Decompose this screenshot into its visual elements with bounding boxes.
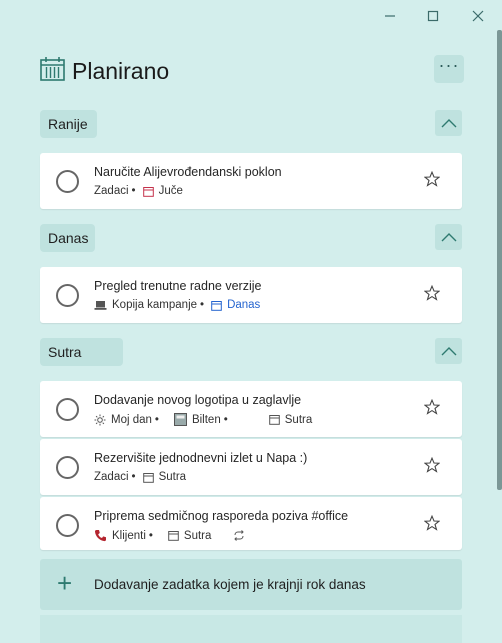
task-due-date: Danas [227, 299, 261, 311]
task-title: Rezervišite jednodnevni izlet u Napa :) [94, 451, 308, 465]
task-list-name: Klijenti [112, 529, 146, 542]
newsletter-icon [173, 413, 187, 426]
task-meta: Moj dan • Bilten • Sutra [94, 413, 312, 426]
separator: • [131, 185, 136, 197]
task-card[interactable]: Dodavanje novog logotipa u zaglavlje Moj… [40, 381, 462, 437]
close-icon [472, 10, 484, 22]
star-icon[interactable] [423, 398, 441, 420]
section-header-earlier[interactable]: Ranije [40, 110, 97, 138]
calendar-icon [142, 186, 154, 197]
task-extra-list: Bilten [191, 413, 221, 426]
separator: • [148, 529, 153, 542]
task-card[interactable]: Rezervišite jednodnevni izlet u Napa :) … [40, 439, 462, 495]
task-list-name: Moj dan [111, 413, 152, 426]
star-icon[interactable] [423, 514, 441, 536]
page-title: Planirano [72, 58, 170, 84]
task-title: Pregled trenutne radne verzije [94, 279, 262, 293]
separator: • [154, 413, 159, 426]
task-title: Dodavanje novog logotipa u zaglavlje [94, 393, 302, 407]
maximize-button[interactable] [418, 4, 448, 28]
calendar-icon [268, 414, 280, 425]
calendar-icon [168, 530, 179, 541]
complete-task-checkbox[interactable] [56, 456, 79, 479]
repeat-icon [233, 530, 245, 541]
more-options-button[interactable]: ··· [434, 55, 464, 83]
task-meta: Kopija kampanje • Danas [94, 299, 260, 311]
task-title: Naručite Alijevrođendanski poklon [94, 165, 282, 179]
minimize-button[interactable] [375, 4, 405, 28]
bottom-bar [40, 615, 462, 643]
task-list-name: Zadaci [94, 471, 129, 483]
maximize-icon [427, 10, 439, 22]
star-icon[interactable] [423, 284, 441, 306]
complete-task-checkbox[interactable] [56, 398, 79, 421]
task-due-date: Sutra [158, 471, 187, 483]
chevron-up-icon [441, 347, 456, 356]
add-task-input[interactable]: + Dodavanje zadatka kojem je krajnji rok… [40, 559, 462, 610]
task-due-date: Juče [158, 185, 183, 197]
separator: • [131, 471, 136, 483]
calendar-icon [211, 300, 222, 311]
chevron-up-icon [441, 119, 456, 128]
task-title: Priprema sedmičnog rasporeda poziva #off… [94, 509, 349, 523]
scrollbar[interactable] [497, 30, 502, 490]
task-meta: Zadaci • Juče [94, 185, 183, 197]
task-due-date: Sutra [183, 529, 212, 542]
separator: • [200, 299, 205, 311]
calendar-grid-icon [40, 57, 65, 86]
complete-task-checkbox[interactable] [56, 514, 79, 537]
task-card[interactable]: Naručite Alijevrođendanski poklon Zadaci… [40, 153, 462, 209]
chevron-up-icon [441, 233, 456, 242]
section-header-today[interactable]: Danas [40, 224, 95, 252]
minimize-icon [385, 15, 395, 17]
add-task-placeholder: Dodavanje zadatka kojem je krajnji rok d… [94, 577, 366, 592]
task-card[interactable]: Pregled trenutne radne verzije Kopija ka… [40, 267, 462, 323]
task-meta: Klijenti • Sutra [94, 529, 250, 542]
section-header-tomorrow[interactable]: Sutra [40, 338, 123, 366]
complete-task-checkbox[interactable] [56, 284, 79, 307]
calendar-icon [142, 472, 154, 483]
collapse-today-button[interactable] [435, 224, 462, 250]
task-list-name: Kopija kampanje [112, 299, 198, 311]
complete-task-checkbox[interactable] [56, 170, 79, 193]
close-button[interactable] [463, 4, 493, 28]
separator: • [223, 413, 228, 426]
task-card[interactable]: Priprema sedmičnog rasporeda poziva #off… [40, 497, 462, 550]
star-icon[interactable] [423, 456, 441, 478]
collapse-earlier-button[interactable] [435, 110, 462, 136]
task-due-date: Sutra [284, 413, 313, 426]
laptop-icon [94, 300, 107, 311]
task-list-name: Zadaci [94, 185, 129, 197]
phone-icon [94, 529, 107, 542]
collapse-tomorrow-button[interactable] [435, 338, 462, 364]
sun-icon [94, 414, 106, 426]
task-meta: Zadaci • Sutra [94, 471, 186, 483]
plus-icon: + [57, 568, 73, 598]
star-icon[interactable] [423, 170, 441, 192]
